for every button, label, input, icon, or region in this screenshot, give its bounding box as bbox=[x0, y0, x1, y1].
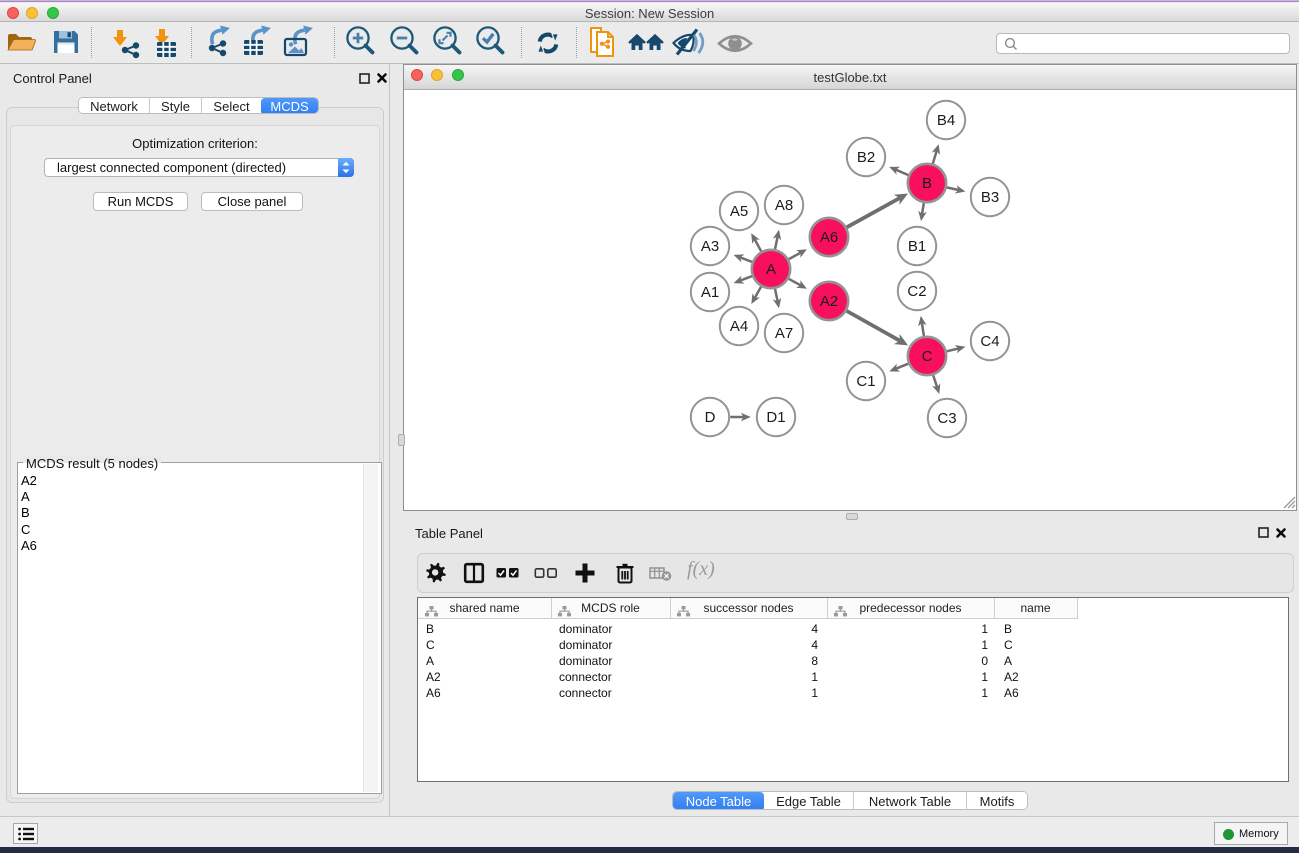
svg-text:C2: C2 bbox=[907, 283, 926, 300]
svg-text:C1: C1 bbox=[856, 373, 875, 390]
svg-text:A7: A7 bbox=[775, 325, 793, 342]
svg-text:D1: D1 bbox=[766, 409, 785, 426]
svg-text:A: A bbox=[766, 261, 776, 278]
svg-text:C: C bbox=[922, 348, 933, 365]
svg-text:D: D bbox=[705, 409, 716, 426]
svg-text:A6: A6 bbox=[820, 229, 838, 246]
svg-text:A4: A4 bbox=[730, 318, 748, 335]
svg-text:C4: C4 bbox=[980, 333, 999, 350]
svg-text:A5: A5 bbox=[730, 203, 748, 220]
svg-text:B1: B1 bbox=[908, 238, 926, 255]
svg-text:B2: B2 bbox=[857, 149, 875, 166]
svg-text:B: B bbox=[922, 175, 932, 192]
svg-text:B4: B4 bbox=[937, 112, 955, 129]
svg-text:A8: A8 bbox=[775, 197, 793, 214]
svg-text:C3: C3 bbox=[937, 410, 956, 427]
svg-text:A1: A1 bbox=[701, 284, 719, 301]
svg-text:B3: B3 bbox=[981, 189, 999, 206]
svg-text:A3: A3 bbox=[701, 238, 719, 255]
svg-text:A2: A2 bbox=[820, 293, 838, 310]
